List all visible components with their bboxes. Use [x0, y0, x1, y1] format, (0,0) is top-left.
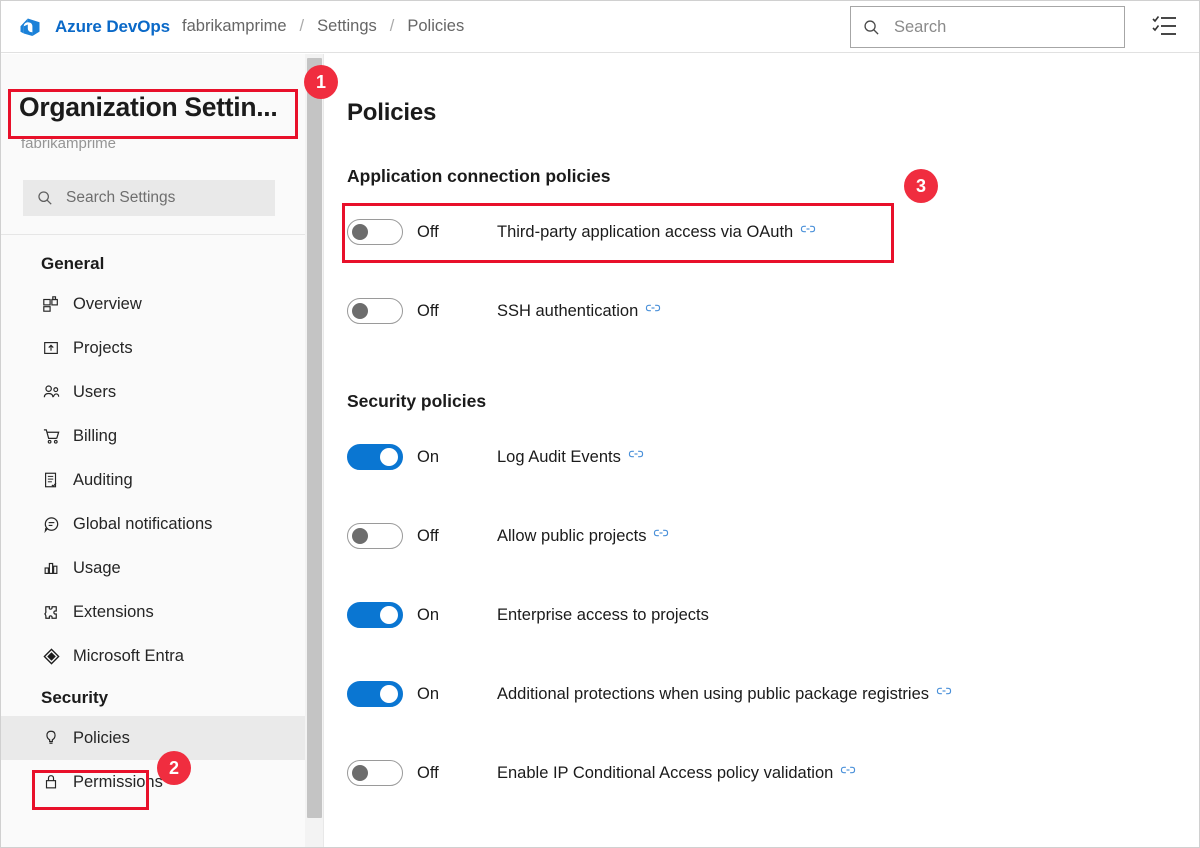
allow-public-projects-policy-row: Off Allow public projects — [347, 519, 669, 553]
sidebar-item-label: Users — [73, 383, 116, 402]
additional-protections-policy-row: On Additional protections when using pub… — [347, 677, 952, 711]
settings-search-box[interactable] — [23, 180, 275, 216]
sidebar-item-projects[interactable]: Projects — [1, 326, 305, 370]
annotation-badge-3: 3 — [904, 169, 938, 203]
settings-sidebar: Organization Settin... fabrikamprime Gen… — [1, 54, 306, 848]
organization-settings-title: Organization Settin... — [19, 92, 277, 123]
usage-bar-chart-icon — [41, 558, 61, 578]
policy-label: Additional protections when using public… — [497, 685, 929, 704]
annotation-badge-2: 2 — [157, 751, 191, 785]
brand-label[interactable]: Azure DevOps — [55, 17, 170, 37]
policy-help-link-icon[interactable] — [800, 222, 816, 241]
policy-label: Enterprise access to projects — [497, 606, 709, 625]
users-icon — [41, 382, 61, 402]
ip-conditional-access-policy-row: Off Enable IP Conditional Access policy … — [347, 756, 856, 790]
policy-help-link-icon[interactable] — [645, 301, 661, 320]
sidebar-nav-list: General Overview — [1, 244, 305, 804]
sidebar-item-microsoft-entra[interactable]: Microsoft Entra — [1, 634, 305, 678]
sidebar-item-label: Global notifications — [73, 515, 212, 534]
task-list-icon[interactable] — [1151, 14, 1179, 40]
breadcrumb-separator: / — [390, 17, 395, 36]
sidebar-item-label: Billing — [73, 427, 117, 446]
third-party-oauth-policy-row: Off Third-party application access via O… — [347, 215, 816, 249]
notifications-chat-icon — [41, 514, 61, 534]
microsoft-entra-icon — [41, 646, 61, 666]
permissions-lock-icon — [41, 772, 61, 792]
breadcrumb-settings[interactable]: Settings — [317, 17, 377, 36]
sidebar-item-billing[interactable]: Billing — [1, 414, 305, 458]
toggle-state-label: On — [417, 448, 497, 467]
sidebar-item-label: Auditing — [73, 471, 133, 490]
sidebar-divider — [1, 234, 305, 235]
projects-icon — [41, 338, 61, 358]
top-header-bar: Azure DevOps fabrikamprime / Settings / … — [1, 1, 1200, 53]
section-title-security-policies: Security policies — [347, 391, 486, 412]
sidebar-item-label: Permissions — [73, 773, 163, 792]
toggle-state-label: Off — [417, 223, 497, 242]
sidebar-group-security: Security — [1, 678, 305, 716]
toggle-state-label: Off — [417, 302, 497, 321]
sidebar-item-extensions[interactable]: Extensions — [1, 590, 305, 634]
annotation-badge-1: 1 — [304, 65, 338, 99]
search-icon — [863, 19, 880, 36]
azure-devops-logo-icon[interactable] — [7, 1, 53, 53]
toggle-state-label: Off — [417, 764, 497, 783]
enterprise-access-to-projects-toggle[interactable] — [347, 602, 403, 628]
policy-label: Enable IP Conditional Access policy vali… — [497, 764, 833, 783]
ip-conditional-access-toggle[interactable] — [347, 760, 403, 786]
ssh-authentication-policy-row: Off SSH authentication — [347, 294, 661, 328]
toggle-state-label: On — [417, 606, 497, 625]
breadcrumb-policies[interactable]: Policies — [407, 17, 464, 36]
sidebar-item-permissions[interactable]: Permissions — [1, 760, 305, 804]
breadcrumb-separator: / — [300, 17, 305, 36]
sidebar-item-overview[interactable]: Overview — [1, 282, 305, 326]
sidebar-item-label: Projects — [73, 339, 133, 358]
ssh-authentication-toggle[interactable] — [347, 298, 403, 324]
breadcrumb-organization[interactable]: fabrikamprime — [182, 17, 287, 36]
sidebar-item-label: Microsoft Entra — [73, 647, 184, 666]
sidebar-group-general: General — [1, 244, 305, 282]
sidebar-item-auditing[interactable]: Auditing — [1, 458, 305, 502]
search-input[interactable] — [892, 17, 1107, 38]
page-title: Policies — [347, 99, 436, 127]
allow-public-projects-toggle[interactable] — [347, 523, 403, 549]
policy-help-link-icon[interactable] — [628, 447, 644, 466]
log-audit-events-policy-row: On Log Audit Events — [347, 440, 644, 474]
global-search-box[interactable] — [850, 6, 1125, 48]
policy-help-link-icon[interactable] — [936, 684, 952, 703]
policy-label: Allow public projects — [497, 527, 646, 546]
billing-cart-icon — [41, 426, 61, 446]
policies-main-content: Policies Application connection policies… — [325, 54, 1200, 848]
sidebar-item-usage[interactable]: Usage — [1, 546, 305, 590]
search-icon — [37, 190, 53, 206]
organization-name: fabrikamprime — [21, 135, 116, 152]
enterprise-access-to-projects-policy-row: On Enterprise access to projects — [347, 598, 709, 632]
section-title-application-connection-policies: Application connection policies — [347, 166, 611, 187]
third-party-oauth-toggle[interactable] — [347, 219, 403, 245]
log-audit-events-toggle[interactable] — [347, 444, 403, 470]
toggle-state-label: On — [417, 685, 497, 704]
sidebar-item-label: Overview — [73, 295, 142, 314]
sidebar-item-label: Policies — [73, 729, 130, 748]
sidebar-item-global-notifications[interactable]: Global notifications — [1, 502, 305, 546]
sidebar-item-users[interactable]: Users — [1, 370, 305, 414]
breadcrumb: fabrikamprime / Settings / Policies — [182, 17, 464, 36]
sidebar-scrollbar-thumb[interactable] — [307, 58, 322, 818]
azure-devops-policies-page: Azure DevOps fabrikamprime / Settings / … — [0, 0, 1200, 848]
settings-search-input[interactable] — [64, 188, 259, 208]
auditing-clipboard-icon — [41, 470, 61, 490]
policy-label: SSH authentication — [497, 302, 638, 321]
extensions-puzzle-icon — [41, 602, 61, 622]
sidebar-item-policies[interactable]: Policies — [1, 716, 305, 760]
policy-help-link-icon[interactable] — [840, 763, 856, 782]
policy-label: Third-party application access via OAuth — [497, 223, 793, 242]
sidebar-item-label: Usage — [73, 559, 121, 578]
policy-label: Log Audit Events — [497, 448, 621, 467]
policies-shield-icon — [41, 728, 61, 748]
toggle-state-label: Off — [417, 527, 497, 546]
additional-protections-toggle[interactable] — [347, 681, 403, 707]
sidebar-item-label: Extensions — [73, 603, 154, 622]
policy-help-link-icon[interactable] — [653, 526, 669, 545]
overview-grid-icon — [41, 294, 61, 314]
